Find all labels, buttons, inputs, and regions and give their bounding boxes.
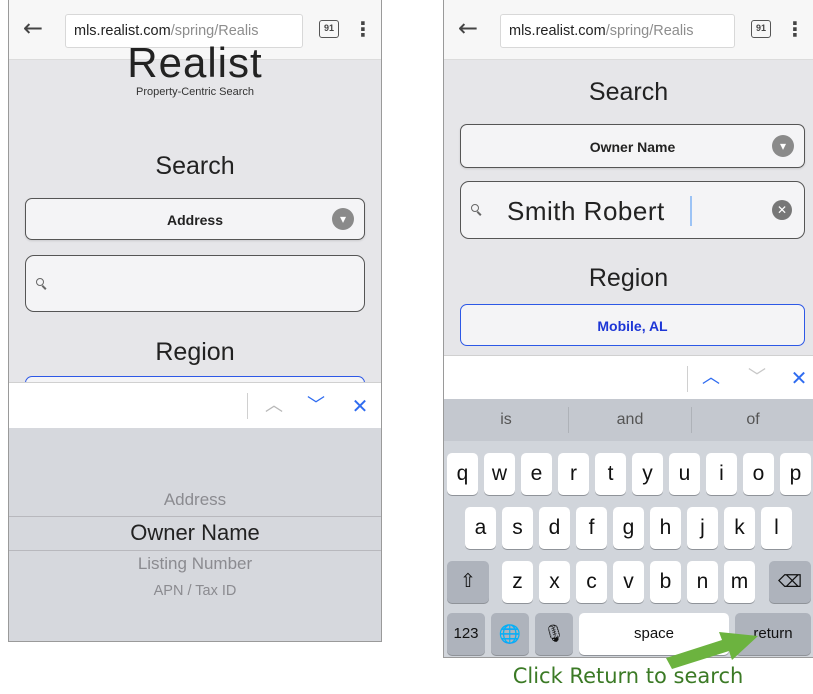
search-input[interactable]: Smith Robert ✕ (460, 181, 805, 239)
url-host: mls.realist.com (509, 23, 606, 39)
key-u[interactable]: u (669, 453, 700, 495)
chevron-down-icon: ▾ (332, 208, 354, 230)
search-heading: Search (588, 78, 669, 106)
key-p[interactable]: p (780, 453, 811, 495)
search-icon (471, 204, 483, 216)
right-phone-screen: ← mls.realist.com/spring/Realis 91 ⋮ Sea… (443, 0, 813, 658)
key-x[interactable]: x (539, 561, 570, 603)
suggestion-and[interactable]: and (569, 399, 691, 441)
key-b[interactable]: b (650, 561, 681, 603)
key-o[interactable]: o (743, 453, 774, 495)
url-host: mls.realist.com (74, 23, 171, 39)
region-heading: Region (588, 264, 669, 292)
clear-input-icon[interactable]: ✕ (772, 200, 792, 220)
search-type-select[interactable]: Owner Name ▾ (460, 124, 805, 168)
search-input-value[interactable]: Smith Robert (507, 182, 665, 240)
suggestion-bar: is and of (444, 399, 813, 441)
on-screen-keyboard: is and of q w e r t y u i o p a s d f g … (444, 399, 813, 657)
globe-icon[interactable]: 🌐 (491, 613, 529, 655)
nav-divider (687, 366, 688, 392)
key-h[interactable]: h (650, 507, 681, 549)
microphone-icon[interactable]: 🎙 (535, 613, 573, 655)
key-y[interactable]: y (632, 453, 663, 495)
picker-option-owner-name[interactable]: Owner Name (9, 520, 381, 546)
nav-divider (247, 393, 248, 419)
key-l[interactable]: l (761, 507, 792, 549)
search-type-value: Address (166, 212, 224, 228)
key-d[interactable]: d (539, 507, 570, 549)
chevron-down-icon: ▾ (772, 135, 794, 157)
numbers-key[interactable]: 123 (447, 613, 485, 655)
key-i[interactable]: i (706, 453, 737, 495)
tab-switcher-icon[interactable]: 91 (751, 20, 771, 38)
next-field-icon[interactable]: ﹀ (742, 356, 772, 399)
key-m[interactable]: m (724, 561, 755, 603)
key-j[interactable]: j (687, 507, 718, 549)
search-icon (36, 277, 48, 290)
previous-field-icon[interactable]: ︿ (259, 383, 289, 428)
key-f[interactable]: f (576, 507, 607, 549)
overflow-menu-icon[interactable]: ⋮ (353, 12, 373, 46)
search-type-picker[interactable]: Address Owner Name Listing Number APN / … (9, 428, 381, 641)
key-t[interactable]: t (595, 453, 626, 495)
key-g[interactable]: g (613, 507, 644, 549)
picker-option-apn-tax-id[interactable]: APN / Tax ID (9, 583, 381, 599)
tab-switcher-icon[interactable]: 91 (319, 20, 339, 38)
realist-logo: Realist (127, 39, 263, 86)
suggestion-of[interactable]: of (692, 399, 813, 441)
picker-option-address[interactable]: Address (9, 490, 381, 510)
region-value: Mobile, AL (597, 318, 668, 334)
logo-tagline: Property-Centric Search (136, 86, 254, 98)
picker-option-listing-number[interactable]: Listing Number (9, 554, 381, 574)
picker-selection-line-top (9, 516, 381, 517)
close-icon[interactable]: ✕ (784, 356, 813, 399)
suggestion-is[interactable]: is (444, 399, 568, 441)
instruction-caption: Click Return to search (512, 664, 744, 688)
key-e[interactable]: e (521, 453, 552, 495)
address-bar[interactable]: mls.realist.com/spring/Realis (500, 14, 735, 48)
key-k[interactable]: k (724, 507, 755, 549)
backspace-key[interactable]: ⌫ (769, 561, 811, 603)
search-input[interactable] (25, 255, 365, 312)
key-w[interactable]: w (484, 453, 515, 495)
url-path: /spring/Realis (605, 23, 694, 39)
text-caret (690, 196, 692, 226)
key-r[interactable]: r (558, 453, 589, 495)
previous-field-icon[interactable]: ︿ (696, 356, 726, 399)
browser-toolbar: ← mls.realist.com/spring/Realis 91 ⋮ (444, 0, 813, 60)
form-navigation-bar: ︿ ﹀ ✕ (444, 355, 813, 399)
form-navigation-bar: ︿ ﹀ ✕ (9, 382, 381, 428)
key-v[interactable]: v (613, 561, 644, 603)
search-type-select[interactable]: Address ▾ (25, 198, 365, 240)
left-phone-screen: ← mls.realist.com/spring/Realis 91 ⋮ Rea… (8, 0, 382, 642)
key-a[interactable]: a (465, 507, 496, 549)
next-field-icon[interactable]: ﹀ (301, 383, 331, 428)
key-c[interactable]: c (576, 561, 607, 603)
key-q[interactable]: q (447, 453, 478, 495)
close-icon[interactable]: ✕ (345, 383, 375, 428)
shift-key[interactable]: ⇧ (447, 561, 489, 603)
picker-selection-line-bottom (9, 550, 381, 551)
region-select[interactable]: Mobile, AL (460, 304, 805, 346)
search-heading: Search (155, 152, 235, 180)
url-path: /spring/Realis (170, 23, 259, 39)
back-arrow-icon[interactable]: ← (454, 14, 482, 42)
key-z[interactable]: z (502, 561, 533, 603)
back-arrow-icon[interactable]: ← (19, 14, 47, 42)
search-type-value: Owner Name (589, 139, 676, 155)
overflow-menu-icon[interactable]: ⋮ (785, 12, 805, 46)
key-n[interactable]: n (687, 561, 718, 603)
region-heading: Region (155, 338, 235, 366)
key-s[interactable]: s (502, 507, 533, 549)
